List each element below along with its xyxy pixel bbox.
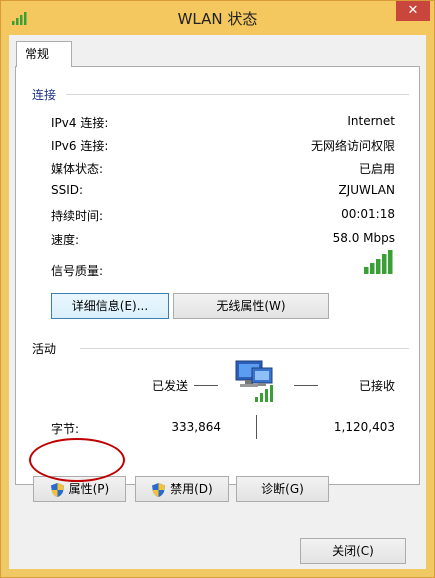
details-button[interactable]: 详细信息(E)... — [51, 293, 169, 319]
tab-general[interactable]: 常规 — [16, 41, 72, 67]
properties-button-label: 属性(P) — [68, 482, 110, 496]
signal-quality-label: 信号质量: — [51, 264, 104, 278]
properties-button[interactable]: 属性(P) — [33, 476, 126, 502]
shield-icon — [152, 482, 166, 497]
wireless-properties-button[interactable]: 无线属性(W) — [173, 293, 329, 319]
disable-button-label: 禁用(D) — [170, 482, 213, 496]
received-line — [294, 385, 318, 386]
wlan-status-window: WLAN 状态 ✕ 常规 连接 IPv4 连接: Internet IPv6 连… — [0, 0, 435, 578]
duration-value: 00:01:18 — [341, 207, 395, 221]
ipv4-connectivity-label: IPv4 连接: — [51, 116, 109, 130]
disable-button[interactable]: 禁用(D) — [135, 476, 229, 502]
media-state-value: 已启用 — [358, 162, 395, 176]
activity-section-header: 活动 — [32, 342, 57, 356]
network-activity-icon — [235, 360, 273, 402]
ipv6-connectivity-label: IPv6 连接: — [51, 139, 109, 153]
connection-section-header: 连接 — [32, 88, 57, 102]
diagnose-button[interactable]: 诊断(G) — [236, 476, 329, 502]
ssid-label: SSID: — [51, 183, 84, 197]
close-button[interactable]: 关闭(C) — [300, 538, 406, 564]
connection-section-divider — [66, 94, 409, 95]
bytes-label: 字节: — [51, 422, 80, 436]
bytes-divider — [256, 415, 257, 439]
window-title: WLAN 状态 — [177, 10, 258, 28]
activity-section-divider — [80, 348, 409, 349]
title-bar[interactable]: WLAN 状态 ✕ — [1, 1, 434, 35]
shield-icon — [50, 482, 64, 497]
bytes-sent-value: 333,864 — [171, 420, 221, 434]
general-tab-panel: 连接 IPv4 连接: Internet IPv6 连接: 无网络访问权限 媒体… — [15, 66, 420, 485]
duration-label: 持续时间: — [51, 209, 104, 223]
signal-quality-bars-icon — [364, 250, 393, 274]
received-label: 已接收 — [358, 379, 395, 393]
ipv6-connectivity-value: 无网络访问权限 — [310, 139, 395, 153]
dialog-client-area: 常规 连接 IPv4 连接: Internet IPv6 连接: 无网络访问权限… — [9, 35, 426, 569]
media-state-label: 媒体状态: — [51, 162, 104, 176]
ssid-value: ZJUWLAN — [338, 183, 395, 197]
speed-label: 速度: — [51, 233, 80, 247]
bytes-received-value: 1,120,403 — [333, 420, 395, 434]
ipv4-connectivity-value: Internet — [347, 114, 395, 128]
close-window-button[interactable]: ✕ — [396, 1, 430, 21]
sent-line — [194, 385, 218, 386]
speed-value: 58.0 Mbps — [332, 231, 395, 245]
sent-label: 已发送 — [152, 379, 189, 393]
